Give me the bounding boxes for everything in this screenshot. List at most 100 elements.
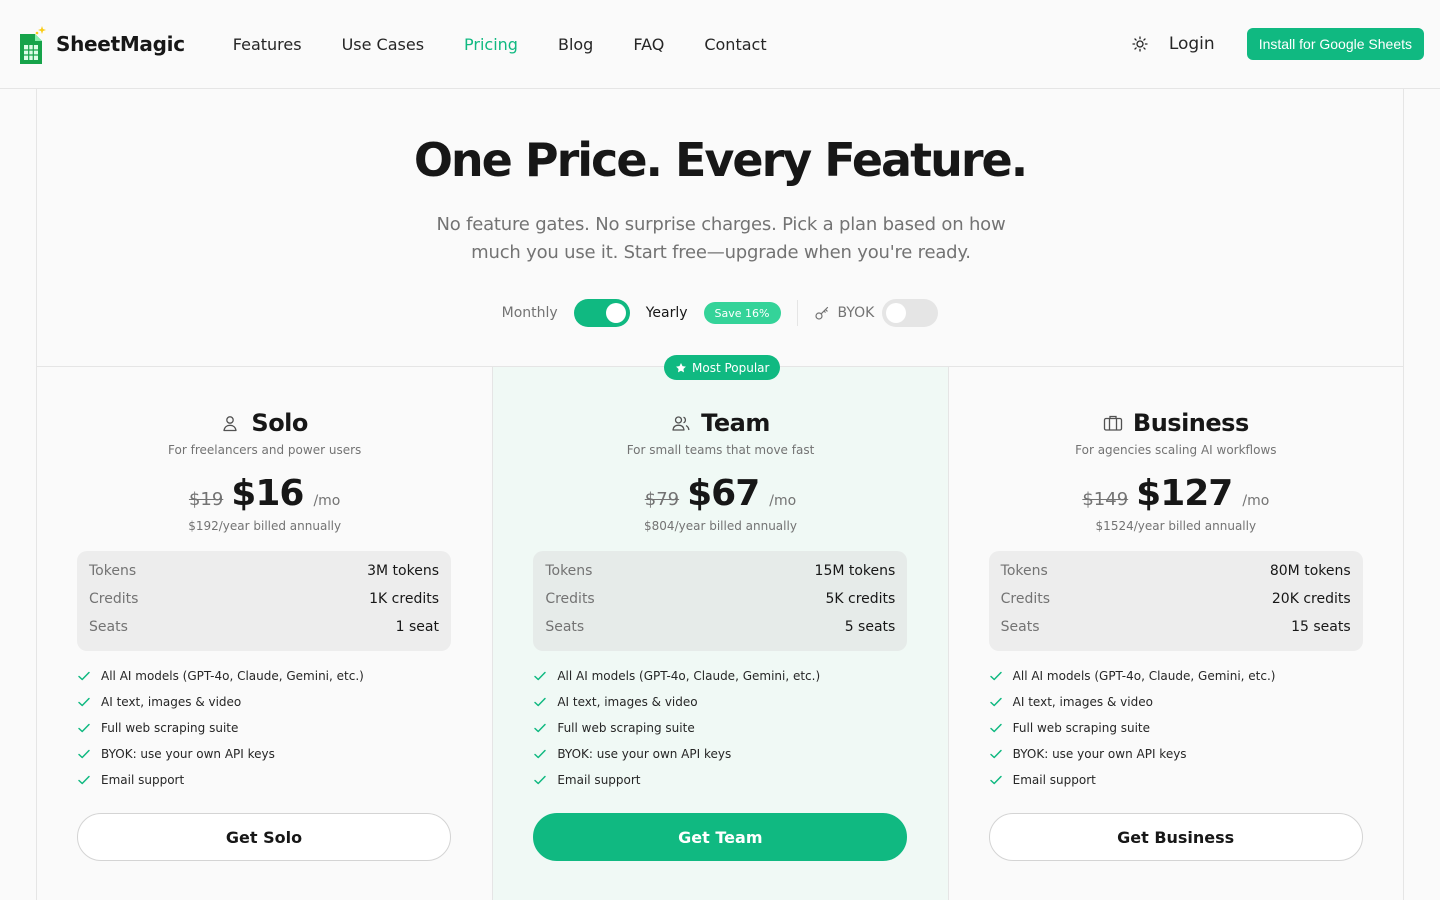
byok-label[interactable]: BYOK bbox=[838, 305, 875, 321]
monthly-label[interactable]: Monthly bbox=[502, 305, 558, 321]
stat-label: Tokens bbox=[545, 563, 593, 579]
briefcase-icon bbox=[1103, 413, 1123, 433]
nav-features[interactable]: Features bbox=[233, 35, 302, 54]
stat-row-credits: Credits 20K credits bbox=[1001, 585, 1351, 613]
feature-text: AI text, images & video bbox=[1012, 695, 1153, 709]
price-period: /mo bbox=[313, 493, 341, 509]
nav-pricing[interactable]: Pricing bbox=[464, 35, 518, 54]
feature-item: Full web scraping suite bbox=[77, 715, 364, 741]
plan-cards: Most Popular Solo For freelancers and po… bbox=[37, 355, 1403, 900]
price-period: /mo bbox=[1242, 493, 1270, 509]
byok-toggle[interactable] bbox=[882, 299, 939, 327]
plan-tagline: For freelancers and power users bbox=[168, 443, 362, 457]
stat-row-credits: Credits 5K credits bbox=[545, 585, 895, 613]
user-icon bbox=[221, 413, 241, 433]
plan-name: Solo bbox=[251, 409, 308, 437]
login-link[interactable]: Login bbox=[1169, 34, 1215, 54]
plan-card-solo: Solo For freelancers and power users $19… bbox=[37, 367, 492, 900]
yearly-label[interactable]: Yearly bbox=[646, 305, 688, 321]
plan-title: Business bbox=[949, 409, 1403, 437]
stat-value: 1K credits bbox=[369, 591, 439, 607]
page-title: One Price. Every Feature. bbox=[413, 133, 1028, 187]
check-icon bbox=[989, 772, 1005, 788]
price-row: $19 $16 /mo bbox=[37, 473, 492, 514]
stat-value: 80M tokens bbox=[1269, 563, 1351, 579]
feature-text: All AI models (GPT-4o, Claude, Gemini, e… bbox=[557, 669, 821, 683]
feature-item: All AI models (GPT-4o, Claude, Gemini, e… bbox=[77, 663, 364, 689]
check-icon bbox=[533, 720, 549, 736]
save-badge: Save 16% bbox=[703, 302, 781, 324]
plan-title: Solo bbox=[37, 409, 492, 437]
feature-text: Full web scraping suite bbox=[557, 721, 695, 735]
feature-item: Full web scraping suite bbox=[533, 715, 820, 741]
feature-text: All AI models (GPT-4o, Claude, Gemini, e… bbox=[101, 669, 364, 683]
stat-label: Seats bbox=[1000, 619, 1040, 635]
feature-list: All AI models (GPT-4o, Claude, Gemini, e… bbox=[533, 663, 820, 793]
plan-card-business: Business For agencies scaling AI workflo… bbox=[947, 367, 1403, 900]
stat-value: 5K credits bbox=[825, 591, 896, 607]
check-icon bbox=[533, 668, 549, 684]
feature-item: Email support bbox=[533, 767, 820, 793]
check-icon bbox=[77, 720, 93, 736]
toggle-knob bbox=[886, 303, 907, 323]
billing-period-toggle[interactable] bbox=[573, 299, 630, 327]
check-icon bbox=[533, 746, 549, 762]
stat-value: 15M tokens bbox=[814, 563, 896, 579]
billed-annually: $1524/year billed annually bbox=[1095, 519, 1257, 533]
sun-icon[interactable] bbox=[1131, 35, 1149, 53]
stat-value: 1 seat bbox=[395, 619, 439, 635]
feature-text: Email support bbox=[557, 773, 641, 787]
brand-name: SheetMagic bbox=[56, 32, 185, 56]
stat-label: Seats bbox=[545, 619, 585, 635]
plan-allowances: Tokens 15M tokens Credits 5K credits Seats… bbox=[533, 551, 908, 651]
feature-list: All AI models (GPT-4o, Claude, Gemini, e… bbox=[989, 663, 1276, 793]
most-popular-badge: Most Popular bbox=[664, 355, 781, 380]
pricing-section: One Price. Every Feature. No feature gat… bbox=[36, 89, 1404, 900]
feature-item: All AI models (GPT-4o, Claude, Gemini, e… bbox=[989, 663, 1276, 689]
nav-blog[interactable]: Blog bbox=[558, 35, 593, 54]
feature-item: BYOK: use your own API keys bbox=[77, 741, 364, 767]
get-business-button[interactable]: Get Business bbox=[988, 813, 1363, 861]
plan-card-team: Team For small teams that move fast $79 … bbox=[492, 367, 948, 900]
stat-value: 5 seats bbox=[844, 619, 896, 635]
feature-item: AI text, images & video bbox=[533, 689, 820, 715]
nav-contact[interactable]: Contact bbox=[704, 35, 766, 54]
check-icon bbox=[989, 694, 1005, 710]
check-icon bbox=[77, 746, 93, 762]
nav-faq[interactable]: FAQ bbox=[633, 35, 664, 54]
feature-text: BYOK: use your own API keys bbox=[101, 747, 275, 761]
page-subtitle: No feature gates. No surprise charges. P… bbox=[436, 214, 1006, 263]
billing-controls: Monthly Yearly Save 16% BYOK bbox=[37, 298, 1403, 328]
feature-item: Email support bbox=[77, 767, 364, 793]
feature-item: All AI models (GPT-4o, Claude, Gemini, e… bbox=[533, 663, 820, 689]
plan-title: Team bbox=[493, 409, 947, 437]
original-price: $149 bbox=[1082, 489, 1129, 510]
feature-text: AI text, images & video bbox=[101, 695, 242, 709]
brand-logo[interactable]: SheetMagic bbox=[18, 24, 185, 64]
toggle-divider bbox=[796, 300, 798, 326]
feature-text: All AI models (GPT-4o, Claude, Gemini, e… bbox=[1012, 669, 1276, 683]
stat-value: 20K credits bbox=[1271, 591, 1351, 607]
stat-label: Credits bbox=[545, 591, 595, 607]
feature-text: BYOK: use your own API keys bbox=[557, 747, 732, 761]
feature-item: BYOK: use your own API keys bbox=[989, 741, 1276, 767]
get-team-button[interactable]: Get Team bbox=[533, 813, 908, 861]
get-solo-button[interactable]: Get Solo bbox=[77, 813, 451, 861]
check-icon bbox=[77, 668, 93, 684]
stat-value: 3M tokens bbox=[367, 563, 439, 579]
stat-label: Credits bbox=[89, 591, 139, 607]
pricing-hero: One Price. Every Feature. No feature gat… bbox=[37, 89, 1403, 367]
feature-item: Email support bbox=[989, 767, 1276, 793]
feature-list: All AI models (GPT-4o, Claude, Gemini, e… bbox=[77, 663, 364, 793]
billed-annually: $804/year billed annually bbox=[644, 519, 797, 533]
nav-use-cases[interactable]: Use Cases bbox=[342, 35, 424, 54]
original-price: $19 bbox=[188, 489, 224, 510]
plan-allowances: Tokens 3M tokens Credits 1K credits Seats 1… bbox=[77, 551, 451, 651]
install-button[interactable]: Install for Google Sheets bbox=[1246, 28, 1424, 60]
star-icon bbox=[676, 362, 686, 372]
stat-row-seats: Seats 5 seats bbox=[545, 613, 895, 641]
billed-annually: $192/year billed annually bbox=[188, 519, 342, 533]
check-icon bbox=[533, 772, 549, 788]
original-price: $79 bbox=[644, 489, 680, 510]
plan-price: $67 bbox=[687, 473, 760, 514]
